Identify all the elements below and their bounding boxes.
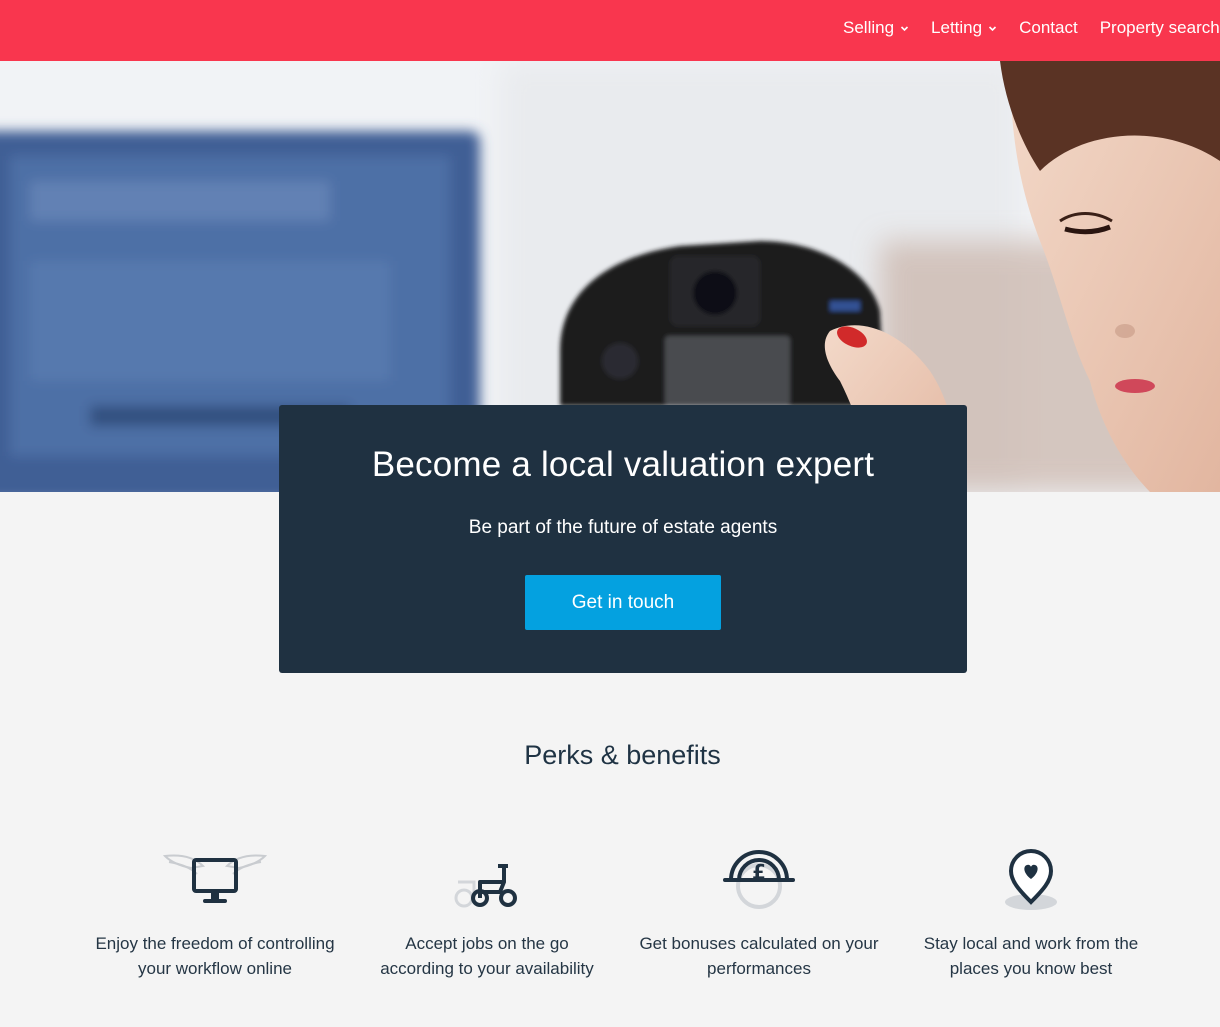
nav-item-label: Contact — [1019, 18, 1078, 37]
perk-text: Enjoy the freedom of controlling your wo… — [95, 934, 335, 978]
perk-text: Get bonuses calculated on your performan… — [639, 934, 879, 978]
nav-item-property-search[interactable]: Property search — [1100, 18, 1220, 38]
chevron-down-icon — [988, 24, 997, 33]
perk-item-local: Stay local and work from the places you … — [911, 840, 1151, 981]
nav-item-letting[interactable]: Letting — [931, 18, 997, 38]
winged-monitor-icon — [95, 840, 335, 910]
hero-card: Become a local valuation expert Be part … — [279, 405, 967, 673]
svg-text:£: £ — [752, 860, 766, 884]
nav-item-selling[interactable]: Selling — [843, 18, 909, 38]
pound-coin-icon: £ — [639, 840, 879, 910]
bicycle-icon — [367, 840, 607, 910]
perk-text: Accept jobs on the go according to your … — [380, 934, 594, 978]
get-in-touch-button[interactable]: Get in touch — [525, 575, 721, 630]
perks-heading: Perks & benefits — [524, 740, 721, 770]
location-heart-icon — [911, 840, 1151, 910]
perk-item-availability: Accept jobs on the go according to your … — [367, 840, 607, 981]
hero-subtitle: Be part of the future of estate agents — [468, 517, 778, 538]
nav-item-label: Property search — [1099, 18, 1220, 37]
chevron-down-icon — [900, 24, 909, 33]
perk-item-workflow: Enjoy the freedom of controlling your wo… — [95, 840, 335, 981]
top-nav-bar: Selling Letting Contact Property search — [0, 0, 1220, 61]
perk-text: Stay local and work from the places you … — [923, 934, 1139, 978]
nav-item-label: Letting — [931, 18, 983, 37]
hero-title: Become a local valuation expert — [371, 445, 875, 484]
main-nav: Selling Letting Contact Property search — [843, 0, 1220, 56]
perk-item-bonuses: £ Get bonuses calculated on your perform… — [639, 840, 879, 981]
nav-item-label: Selling — [843, 18, 895, 37]
nav-item-contact[interactable]: Contact — [1019, 18, 1078, 38]
